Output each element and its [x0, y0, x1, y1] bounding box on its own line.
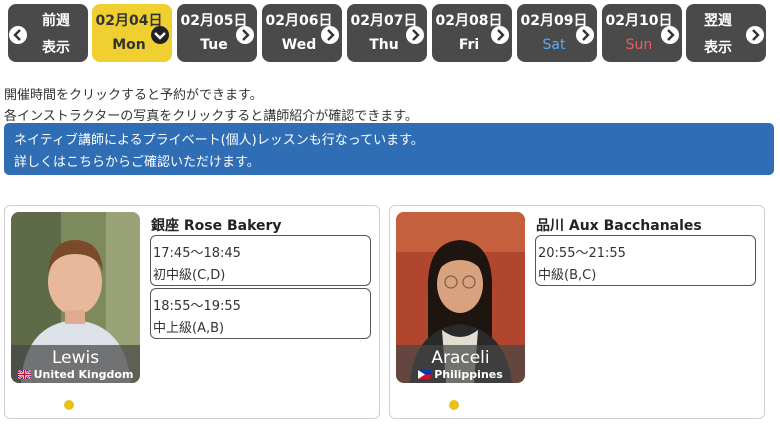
chevron-right-icon	[661, 26, 679, 44]
lesson-card: Araceli Philippines 品川 Aux Bacchanales 2…	[389, 205, 765, 419]
time-slot[interactable]: 20:55～21:55 中級(B,C)	[535, 235, 756, 286]
next-week-label-2: 表示	[704, 40, 732, 56]
chevron-right-icon	[406, 26, 424, 44]
slot-time: 20:55～21:55	[538, 246, 626, 261]
chevron-right-icon	[321, 26, 339, 44]
chevron-down-icon	[151, 26, 169, 44]
instructor-country: Philippines	[396, 368, 525, 381]
prev-week-label-2: 表示	[42, 40, 70, 56]
country-name: United Kingdom	[33, 368, 134, 381]
day-tab-tue[interactable]: 02月05日 Tue	[177, 4, 257, 62]
time-slot[interactable]: 18:55～19:55 中上級(A,B)	[150, 288, 371, 339]
day-tab-fri[interactable]: 02月08日 Fri	[432, 4, 512, 62]
prev-week-button[interactable]: 前週 表示	[8, 4, 88, 62]
info-text-instructor: 各インストラクターの写真をクリックすると講師紹介が確認できます。	[4, 109, 418, 124]
slot-time: 18:55～19:55	[153, 299, 241, 314]
slot-level: 中上級(A,B)	[153, 321, 225, 336]
chevron-right-icon	[746, 26, 764, 44]
instructor-name: Araceli	[431, 348, 490, 368]
info-text-booking: 開催時間をクリックすると予約ができます。	[4, 88, 263, 103]
slot-level: 中級(B,C)	[538, 268, 597, 283]
prev-week-label-1: 前週	[42, 13, 70, 29]
chevron-right-icon	[236, 26, 254, 44]
status-dot	[449, 400, 459, 410]
day-tab-wed[interactable]: 02月06日 Wed	[262, 4, 342, 62]
day-tab-thu[interactable]: 02月07日 Thu	[347, 4, 427, 62]
instructor-photo[interactable]: Araceli Philippines	[396, 212, 525, 383]
lesson-card: Lewis United Kingdom 銀座 Rose Bakery 17:4…	[4, 205, 380, 419]
next-week-label-1: 翌週	[704, 13, 732, 29]
instructor-name-bar: Araceli Philippines	[396, 345, 525, 383]
time-slot[interactable]: 17:45～18:45 初中級(C,D)	[150, 235, 371, 286]
banner-line-2: 詳しくはこちらからご確認いただけます。	[14, 155, 260, 170]
ph-flag-icon	[418, 369, 432, 379]
instructor-country: United Kingdom	[11, 368, 140, 381]
chevron-right-icon	[576, 26, 594, 44]
studio-name: 品川 Aux Bacchanales	[536, 218, 702, 234]
chevron-right-icon	[491, 26, 509, 44]
instructor-name: Lewis	[51, 348, 100, 368]
day-tab-sun[interactable]: 02月10日 Sun	[602, 4, 682, 62]
uk-flag-icon	[17, 369, 31, 379]
instructor-name-bar: Lewis United Kingdom	[11, 345, 140, 383]
private-lesson-banner[interactable]: ネイティブ講師によるプライベート(個人)レッスンも行なっています。 詳しくはこち…	[4, 123, 774, 175]
next-week-button[interactable]: 翌週 表示	[686, 4, 766, 62]
country-name: Philippines	[434, 368, 503, 381]
banner-line-1: ネイティブ講師によるプライベート(個人)レッスンも行なっています。	[14, 133, 424, 148]
day-tab-mon[interactable]: 02月04日 Mon	[92, 4, 172, 62]
studio-name: 銀座 Rose Bakery	[151, 218, 282, 234]
day-tab-sat[interactable]: 02月09日 Sat	[517, 4, 597, 62]
slot-time: 17:45～18:45	[153, 246, 241, 261]
slot-level: 初中級(C,D)	[153, 268, 226, 283]
status-dot	[64, 400, 74, 410]
instructor-photo[interactable]: Lewis United Kingdom	[11, 212, 140, 383]
